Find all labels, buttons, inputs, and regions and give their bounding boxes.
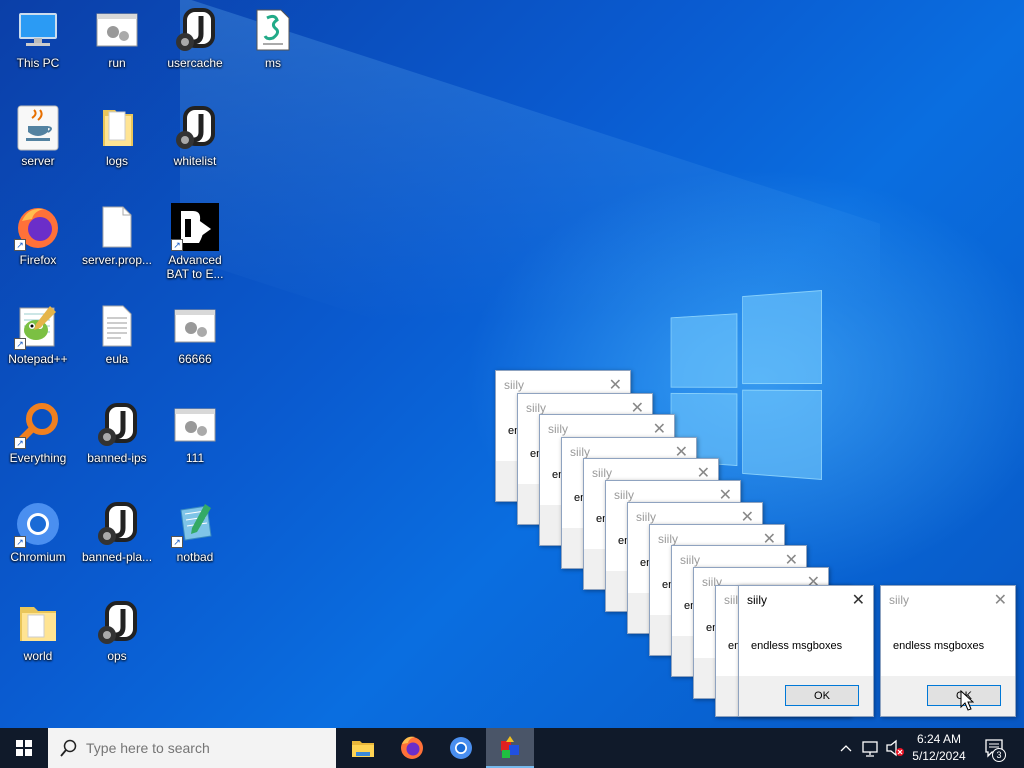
desktop-icon-notbad[interactable]: ↗ notbad [157, 500, 233, 564]
desktop-icon-everything[interactable]: ↗ Everything [0, 401, 76, 465]
file-explorer-icon [352, 741, 374, 757]
msgbox-title: siily [526, 401, 546, 415]
desktop-icon-66666[interactable]: 66666 [157, 302, 233, 366]
everything-search-icon: ↗ [14, 401, 62, 449]
search-input[interactable] [86, 737, 326, 759]
msgbox-title: siily [680, 553, 700, 567]
msgbox-title: siily [504, 378, 524, 392]
close-icon[interactable]: ✕ [609, 375, 622, 395]
java-icon [14, 104, 62, 152]
search-icon [60, 739, 77, 757]
batch-file-icon [171, 302, 219, 350]
volume-muted-icon [886, 739, 904, 757]
json-file-icon [93, 599, 141, 647]
running-app-icon [501, 736, 519, 758]
msgbox-title: siily [636, 510, 656, 524]
json-file-icon [171, 104, 219, 152]
blank-file-icon [93, 203, 141, 251]
volume-tray-button[interactable] [884, 728, 906, 768]
msgbox-title: siily [889, 593, 909, 607]
taskbar: 6:24 AM 5/12/2024 3 [0, 728, 1024, 768]
json-file-icon [93, 401, 141, 449]
desktop-icon-whitelist[interactable]: whitelist [157, 104, 233, 168]
desktop-icon-banned-players[interactable]: banned-pla... [79, 500, 155, 564]
msgbox-message: endless msgboxes [751, 640, 843, 652]
batch-file-icon [93, 6, 141, 54]
action-center-button[interactable]: 3 [978, 728, 1018, 768]
this-pc-icon [14, 6, 62, 54]
desktop-icon-111[interactable]: 111 [157, 401, 233, 465]
ok-button[interactable]: OK [785, 685, 859, 706]
desktop-icon-run[interactable]: run [79, 6, 155, 70]
taskbar-app-firefox[interactable] [388, 728, 436, 768]
folder-icon [14, 599, 62, 647]
desktop-icon-advanced-bat-to-exe[interactable]: ↗ Advanced BAT to E... [157, 203, 233, 281]
message-box-active[interactable]: siily ✕ endless msgboxes OK [738, 585, 874, 717]
chromium-icon: ↗ [14, 500, 62, 548]
show-hidden-icons-button[interactable] [838, 728, 854, 768]
taskbar-clock[interactable]: 6:24 AM 5/12/2024 [906, 731, 972, 765]
desktop-icon-server[interactable]: server [0, 104, 76, 168]
msgbox-title: siily [592, 466, 612, 480]
msgbox-title: siily [658, 532, 678, 546]
desktop-icon-firefox[interactable]: ↗ Firefox [0, 203, 76, 267]
network-icon [862, 741, 878, 757]
json-file-icon [93, 500, 141, 548]
network-tray-button[interactable] [860, 728, 880, 768]
clock-date: 5/12/2024 [912, 749, 966, 763]
desktop-icon-eula[interactable]: eula [79, 302, 155, 366]
taskbar-app-running[interactable] [486, 728, 534, 768]
desktop-icon-logs[interactable]: logs [79, 104, 155, 168]
windows-start-icon [16, 740, 32, 756]
desktop-icon-notepadpp[interactable]: ↗ Notepad++ [0, 302, 76, 366]
close-icon[interactable]: ✕ [653, 419, 666, 439]
folder-icon [93, 104, 141, 152]
desktop-icon-banned-ips[interactable]: banned-ips [79, 401, 155, 465]
desktop-icon-ops[interactable]: ops [79, 599, 155, 663]
desktop-icon-world[interactable]: world [0, 599, 76, 663]
bat-to-exe-icon: ↗ [171, 203, 219, 251]
start-button[interactable] [0, 728, 48, 768]
message-box[interactable]: siily✕ endless msgboxes OK [880, 585, 1016, 717]
taskbar-app-chromium[interactable] [437, 728, 485, 768]
clock-time: 6:24 AM [916, 732, 962, 746]
mouse-cursor-icon [960, 690, 974, 711]
taskbar-app-file-explorer[interactable] [339, 728, 387, 768]
msgbox-message: endless msgboxes [893, 640, 985, 652]
firefox-icon [401, 736, 423, 759]
msgbox-title: siily [570, 445, 590, 459]
msgbox-title: siily [548, 422, 568, 436]
close-icon[interactable]: ✕ [994, 590, 1007, 610]
notepadpp-icon: ↗ [14, 302, 62, 350]
json-file-icon [171, 6, 219, 54]
desktop-icon-chromium[interactable]: ↗ Chromium [0, 500, 76, 564]
msgbox-title: siily [614, 488, 634, 502]
chromium-icon [450, 737, 472, 759]
close-icon[interactable]: ✕ [852, 590, 865, 610]
chevron-up-icon [840, 745, 852, 752]
notification-count-badge: 3 [992, 748, 1006, 762]
msgbox-title: siily [747, 593, 767, 607]
text-file-icon [93, 302, 141, 350]
desktop-icon-this-pc[interactable]: This PC [0, 6, 76, 70]
firefox-icon: ↗ [14, 203, 62, 251]
notepad-icon: ↗ [171, 500, 219, 548]
desktop-icon-ms[interactable]: ms [235, 6, 311, 70]
desktop-icon-usercache[interactable]: usercache [157, 6, 233, 70]
taskbar-search-box[interactable] [48, 728, 336, 768]
desktop[interactable]: This PC server ↗ Firefox ↗ Notepad++ ↗ E… [0, 0, 1024, 728]
script-file-icon [249, 6, 297, 54]
desktop-icon-server-properties[interactable]: server.prop... [79, 203, 155, 267]
batch-file-icon [171, 401, 219, 449]
